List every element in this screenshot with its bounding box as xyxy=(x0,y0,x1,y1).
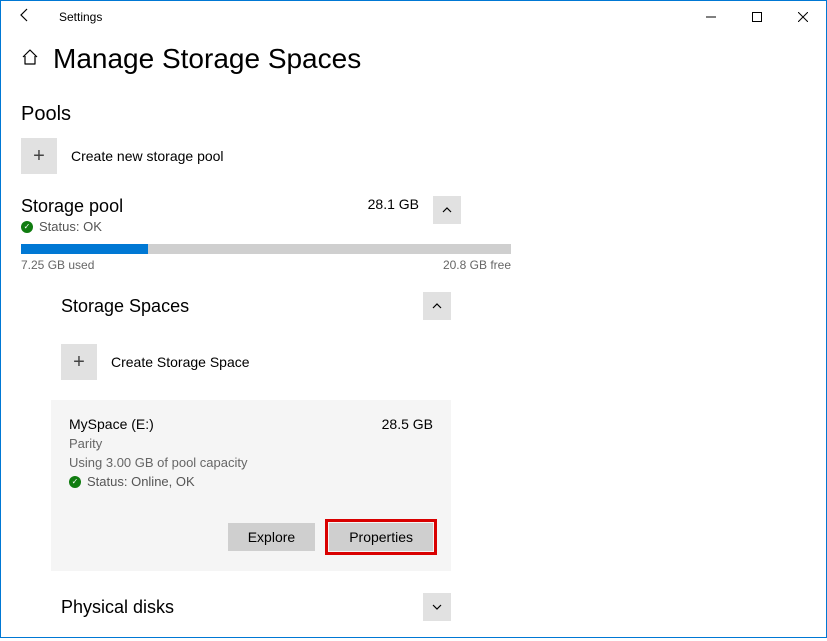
maximize-button[interactable] xyxy=(734,1,780,33)
plus-icon: + xyxy=(33,145,45,168)
space-capacity: Using 3.00 GB of pool capacity xyxy=(69,455,382,470)
status-ok-icon: ✓ xyxy=(21,221,33,233)
close-button[interactable] xyxy=(780,1,826,33)
usage-fill xyxy=(21,244,148,254)
back-button[interactable] xyxy=(9,7,41,28)
status-ok-icon: ✓ xyxy=(69,476,81,488)
usage-bar xyxy=(21,244,511,254)
space-name: MySpace (E:) xyxy=(69,416,382,432)
pool-name: Storage pool xyxy=(21,196,368,217)
plus-icon: + xyxy=(73,351,85,374)
window-title: Settings xyxy=(41,10,102,24)
chevron-down-icon xyxy=(431,601,443,613)
minimize-button[interactable] xyxy=(688,1,734,33)
physical-disks-heading: Physical disks xyxy=(61,597,423,618)
expand-physical-button[interactable] xyxy=(423,593,451,621)
chevron-up-icon xyxy=(431,300,443,312)
used-label: 7.25 GB used xyxy=(21,258,94,272)
free-label: 20.8 GB free xyxy=(443,258,511,272)
space-status: Status: Online, OK xyxy=(87,474,195,489)
storage-spaces-heading: Storage Spaces xyxy=(61,296,423,317)
collapse-spaces-button[interactable] xyxy=(423,292,451,320)
space-size: 28.5 GB xyxy=(382,416,433,489)
pools-heading: Pools xyxy=(21,103,806,126)
explore-button[interactable]: Explore xyxy=(228,523,315,551)
create-space-label: Create Storage Space xyxy=(111,354,250,370)
pool-status: Status: OK xyxy=(39,219,102,234)
home-icon[interactable] xyxy=(21,48,39,71)
storage-space-item: MySpace (E:) Parity Using 3.00 GB of poo… xyxy=(51,400,451,571)
create-space-button[interactable]: + xyxy=(61,344,97,380)
create-pool-label: Create new storage pool xyxy=(71,148,224,164)
space-type: Parity xyxy=(69,436,382,451)
create-pool-button[interactable]: + xyxy=(21,138,57,174)
pool-size: 28.1 GB xyxy=(368,196,433,212)
properties-button[interactable]: Properties xyxy=(329,523,433,551)
collapse-pool-button[interactable] xyxy=(433,196,461,224)
chevron-up-icon xyxy=(441,204,453,216)
page-title: Manage Storage Spaces xyxy=(53,43,361,75)
